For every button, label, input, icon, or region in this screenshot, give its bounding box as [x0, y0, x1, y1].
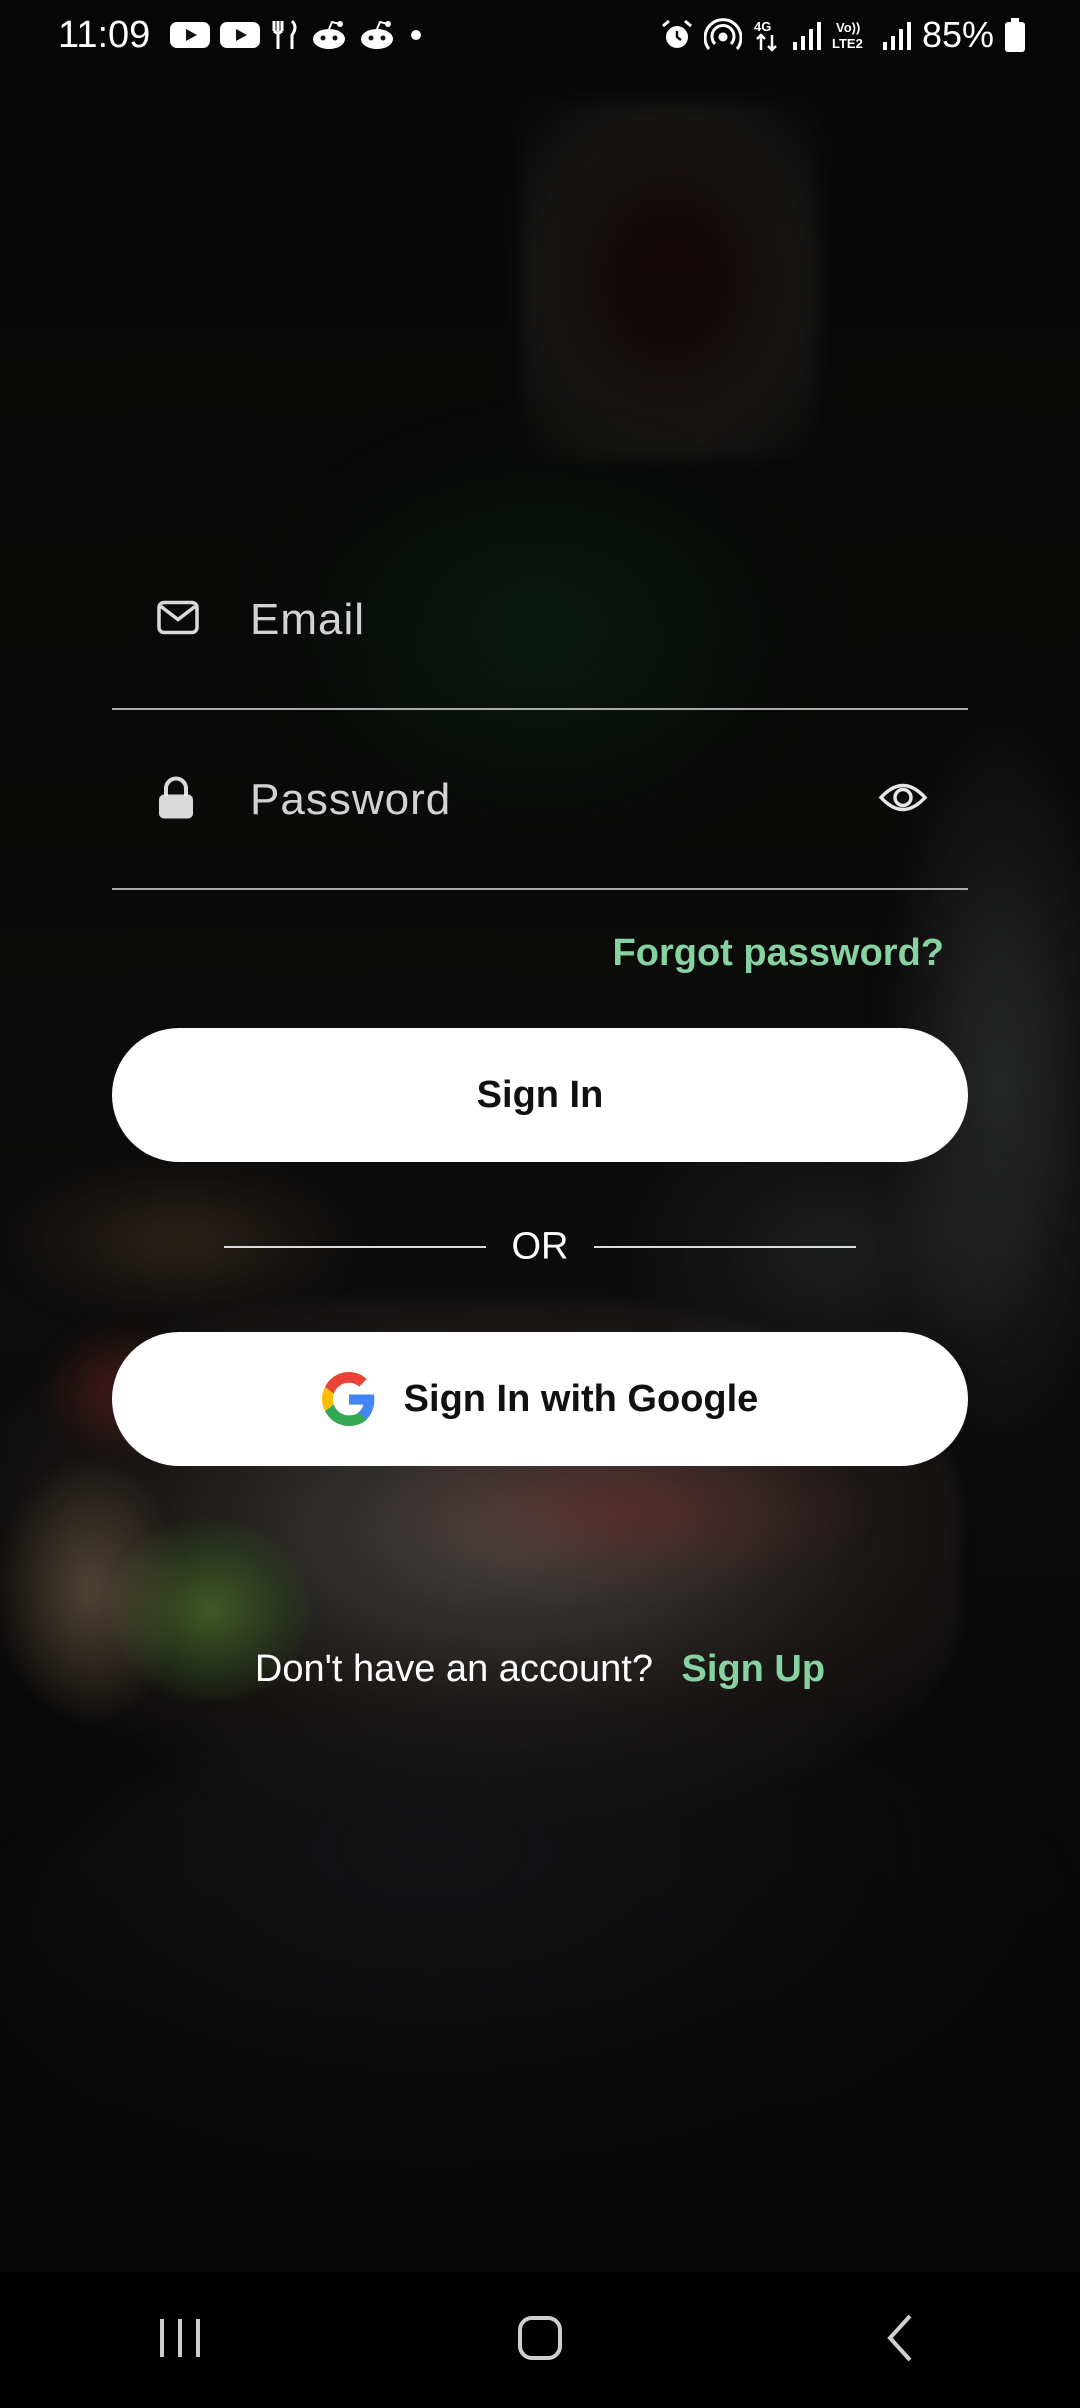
google-sign-in-button[interactable]: Sign In with Google: [112, 1332, 968, 1466]
status-bar: 11:09 4G Vo)) LTE2 85%: [0, 0, 1080, 70]
svg-text:LTE2: LTE2: [832, 36, 863, 51]
email-field[interactable]: Email: [112, 532, 968, 710]
email-placeholder: Email: [250, 595, 366, 644]
navigation-bar: [0, 2272, 1080, 2408]
battery-icon: [1004, 18, 1026, 52]
sign-up-link[interactable]: Sign Up: [682, 1648, 826, 1690]
svg-text:Vo)): Vo)): [836, 20, 860, 35]
youtube-icon: [220, 20, 261, 50]
reddit-icon: [358, 19, 396, 51]
alarm-icon: [660, 18, 694, 52]
sign-in-button[interactable]: Sign In: [112, 1028, 968, 1162]
recent-apps-icon: [156, 2315, 204, 2366]
sign-in-label: Sign In: [476, 1073, 604, 1116]
clock: 11:09: [58, 13, 151, 56]
back-button[interactable]: [820, 2272, 980, 2408]
svg-text:4G: 4G: [754, 19, 771, 34]
battery-percent: 85%: [921, 14, 994, 55]
forgot-password-link[interactable]: Forgot password?: [613, 932, 944, 975]
google-sign-in-label: Sign In with Google: [403, 1377, 759, 1420]
dot-icon: [406, 25, 426, 45]
signal-icon: [882, 20, 912, 50]
or-text: OR: [511, 1225, 569, 1268]
google-icon: [321, 1372, 376, 1426]
home-icon: [516, 2314, 564, 2367]
divider-line: [224, 1246, 486, 1248]
lock-icon: [156, 776, 196, 825]
sign-up-prompt: Don't have an account? Sign Up: [0, 1648, 1080, 1691]
no-account-text: Don't have an account?: [254, 1648, 653, 1690]
hotspot-icon: [703, 18, 742, 52]
reddit-icon: [310, 19, 348, 51]
or-divider: OR: [224, 1226, 856, 1268]
password-placeholder: Password: [250, 775, 452, 824]
eye-icon[interactable]: [878, 780, 928, 821]
password-field[interactable]: Password: [112, 712, 968, 890]
background-photo: [0, 0, 1080, 2408]
signal-icon: [792, 20, 822, 50]
home-button[interactable]: [460, 2272, 620, 2408]
youtube-icon: [170, 20, 211, 50]
recent-apps-button[interactable]: [100, 2272, 260, 2408]
restaurant-icon: [270, 19, 300, 51]
volte-lte2-icon: Vo)) LTE2: [832, 18, 872, 52]
mail-icon: [156, 600, 200, 641]
back-icon: [882, 2312, 918, 2369]
4g-data-icon: 4G: [752, 17, 782, 53]
divider-line: [594, 1246, 856, 1248]
